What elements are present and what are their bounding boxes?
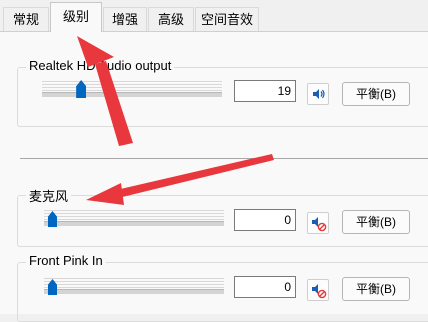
volume-slider[interactable] — [44, 207, 224, 229]
device-name: 麦克风 — [26, 186, 72, 205]
tab-spatial-sound[interactable]: 空间音效 — [195, 7, 259, 31]
tab-levels[interactable]: 级别 — [50, 2, 102, 32]
mute-button[interactable] — [307, 212, 329, 234]
speaker-muted-icon — [312, 217, 327, 232]
speaker-icon — [313, 89, 325, 99]
balance-button[interactable]: 平衡(B) — [342, 277, 410, 301]
balance-button[interactable]: 平衡(B) — [342, 210, 410, 234]
device-name: Realtek HD Audio output — [26, 58, 175, 73]
separator — [20, 158, 428, 159]
tab-advanced[interactable]: 高级 — [148, 7, 194, 31]
balance-button[interactable]: 平衡(B) — [342, 82, 410, 106]
level-field[interactable]: 0 — [234, 276, 296, 298]
speaker-muted-icon — [312, 284, 327, 299]
mute-button[interactable] — [307, 83, 329, 105]
slider-track — [42, 92, 222, 97]
level-field[interactable]: 19 — [234, 80, 296, 102]
tab-enhancements[interactable]: 增强 — [103, 7, 147, 31]
slider-track — [44, 289, 224, 294]
volume-slider[interactable] — [44, 275, 224, 297]
slider-track — [44, 221, 224, 226]
level-field[interactable]: 0 — [234, 209, 296, 231]
tab-strip: 常规 级别 增强 高级 空间音效 — [0, 0, 428, 32]
volume-slider[interactable] — [42, 78, 222, 100]
tab-general[interactable]: 常规 — [3, 7, 49, 31]
mute-button[interactable] — [307, 279, 329, 301]
device-name: Front Pink In — [26, 253, 106, 268]
